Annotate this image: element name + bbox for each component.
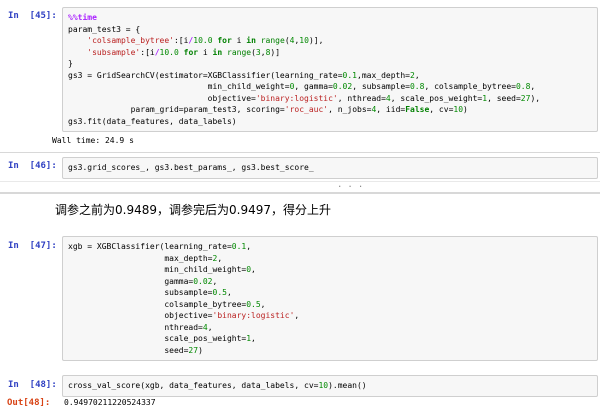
- cell-divider: [0, 152, 600, 153]
- cell-48-result-output: 0.94970211220524337: [64, 398, 156, 407]
- collapsed-output-border: [0, 181, 600, 182]
- input-prompt-48: In [48]:: [8, 380, 57, 390]
- input-prompt-47: In [47]:: [8, 241, 57, 251]
- collapsed-output-toggle[interactable]: ...: [337, 180, 368, 190]
- input-prompt-45: In [45]:: [8, 11, 57, 21]
- code-cell-46-editor[interactable]: gs3.grid_scores_, gs3.best_params_, gs3.…: [62, 157, 598, 179]
- cell-45-stream-output: Wall time: 24.9 s: [52, 136, 134, 145]
- code-cell-48-editor[interactable]: cross_val_score(xgb, data_features, data…: [62, 375, 598, 397]
- code-cell-45-editor[interactable]: %%time param_test3 = { 'colsample_bytree'…: [62, 7, 598, 132]
- markdown-text: 调参之前为0.9489，调参完后为0.9497，得分上升: [55, 203, 331, 217]
- input-prompt-46: In [46]:: [8, 161, 57, 171]
- cell-divider: [0, 192, 600, 194]
- notebook-page: In [45]: %%time param_test3 = { 'colsampl…: [0, 0, 600, 418]
- output-prompt-48: Out[48]:: [7, 398, 51, 408]
- code-cell-47-editor[interactable]: xgb = XGBClassifier(learning_rate=0.1, m…: [62, 236, 598, 361]
